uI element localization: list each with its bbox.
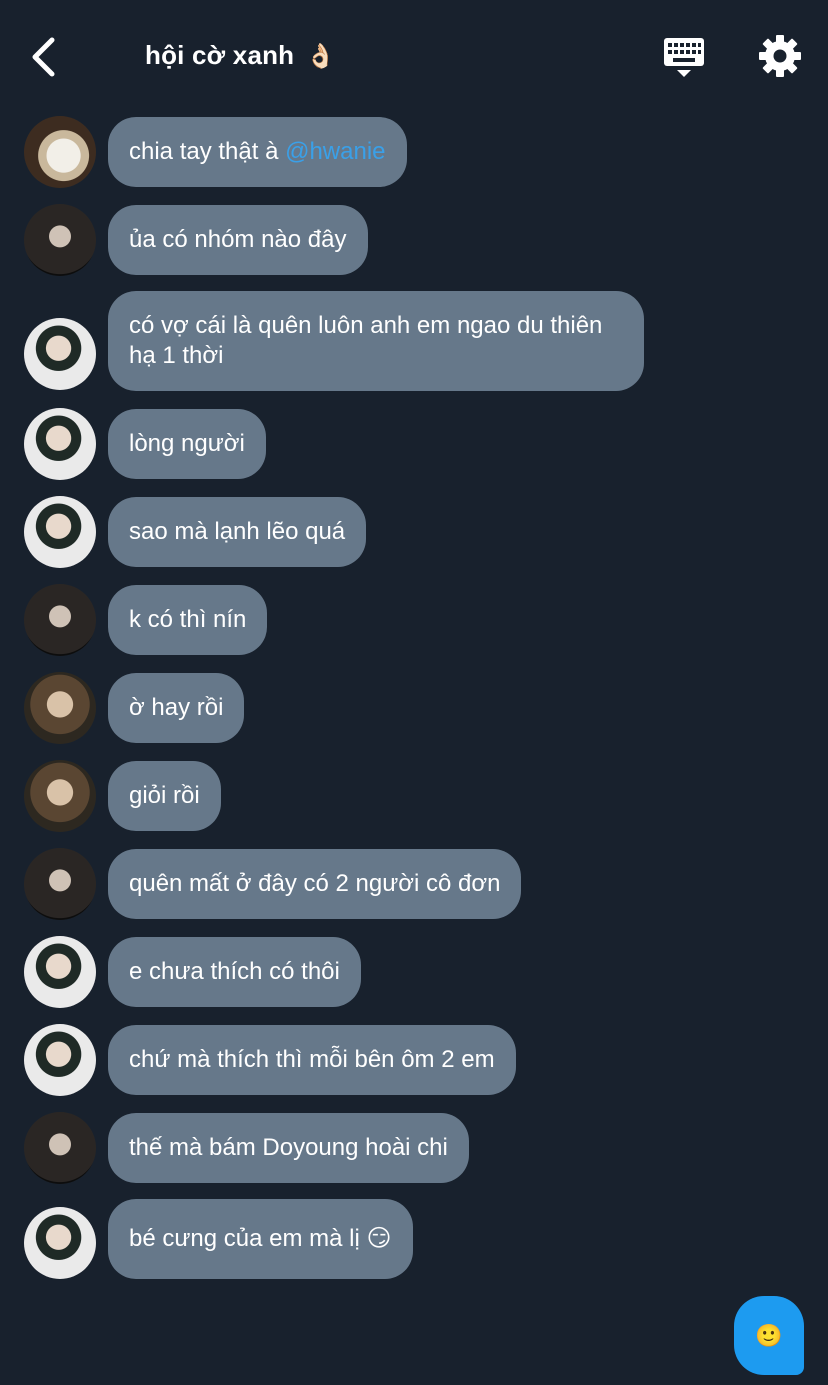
avatar[interactable] (24, 318, 96, 390)
avatar[interactable] (24, 584, 96, 656)
avatar[interactable] (24, 1207, 96, 1279)
message-bubble[interactable]: bé cưng của em mà lị 😏 (108, 1199, 413, 1279)
message-text: ờ hay rồi (129, 694, 224, 721)
message-text: quên mất ở đây có 2 người cô đơn (129, 870, 501, 897)
avatar[interactable] (24, 760, 96, 832)
message-bubble[interactable]: lòng người (108, 409, 266, 479)
message-bubble[interactable]: chia tay thật à @hwanie (108, 117, 407, 187)
avatar[interactable] (24, 204, 96, 276)
message-text: e chưa thích có thôi (129, 958, 340, 985)
message-text: sao mà lạnh lẽo quá (129, 518, 346, 545)
emoji-icon: 🙂 (755, 1322, 783, 1348)
message-bubble[interactable]: thế mà bám Doyoung hoài chi (108, 1113, 469, 1183)
avatar[interactable] (24, 408, 96, 480)
message-text: có vợ cái là quên luôn anh em ngao du th… (129, 312, 603, 369)
message-bubble[interactable]: k có thì nín (108, 585, 268, 655)
message-text: giỏi rồi (129, 782, 200, 809)
message-bubble[interactable]: e chưa thích có thôi (108, 937, 361, 1007)
message-bubble[interactable]: ủa có nhóm nào đây (108, 205, 368, 275)
message-text: lòng người (129, 430, 245, 457)
mention-link[interactable]: @hwanie (285, 137, 385, 167)
message-bubble[interactable]: sao mà lạnh lẽo quá (108, 497, 367, 567)
message-text: bé cưng của em mà lị 😏 (129, 1225, 392, 1252)
message-text: ủa có nhóm nào đây (129, 226, 347, 253)
avatar[interactable] (24, 1024, 96, 1096)
message-list[interactable]: chia tay thật à @hwanie ủa có nhóm nào đ… (0, 0, 828, 1385)
message-text: chia tay thật à (129, 138, 286, 165)
message-bubble[interactable]: chứ mà thích thì mỗi bên ôm 2 em (108, 1025, 516, 1095)
avatar[interactable] (24, 672, 96, 744)
message-text: chứ mà thích thì mỗi bên ôm 2 em (129, 1046, 495, 1073)
avatar[interactable] (24, 848, 96, 920)
emoji-button[interactable]: 🙂 (734, 1296, 804, 1375)
avatar[interactable] (24, 116, 96, 188)
message-bubble[interactable]: quên mất ở đây có 2 người cô đơn (108, 849, 522, 919)
message-bubble[interactable]: giỏi rồi (108, 761, 221, 831)
message-bubble[interactable]: có vợ cái là quên luôn anh em ngao du th… (108, 291, 644, 391)
message-bubble[interactable]: ờ hay rồi (108, 673, 245, 743)
avatar[interactable] (24, 496, 96, 568)
avatar[interactable] (24, 1112, 96, 1184)
message-text: k có thì nín (129, 606, 247, 633)
avatar[interactable] (24, 936, 96, 1008)
message-text: thế mà bám Doyoung hoài chi (129, 1134, 448, 1161)
